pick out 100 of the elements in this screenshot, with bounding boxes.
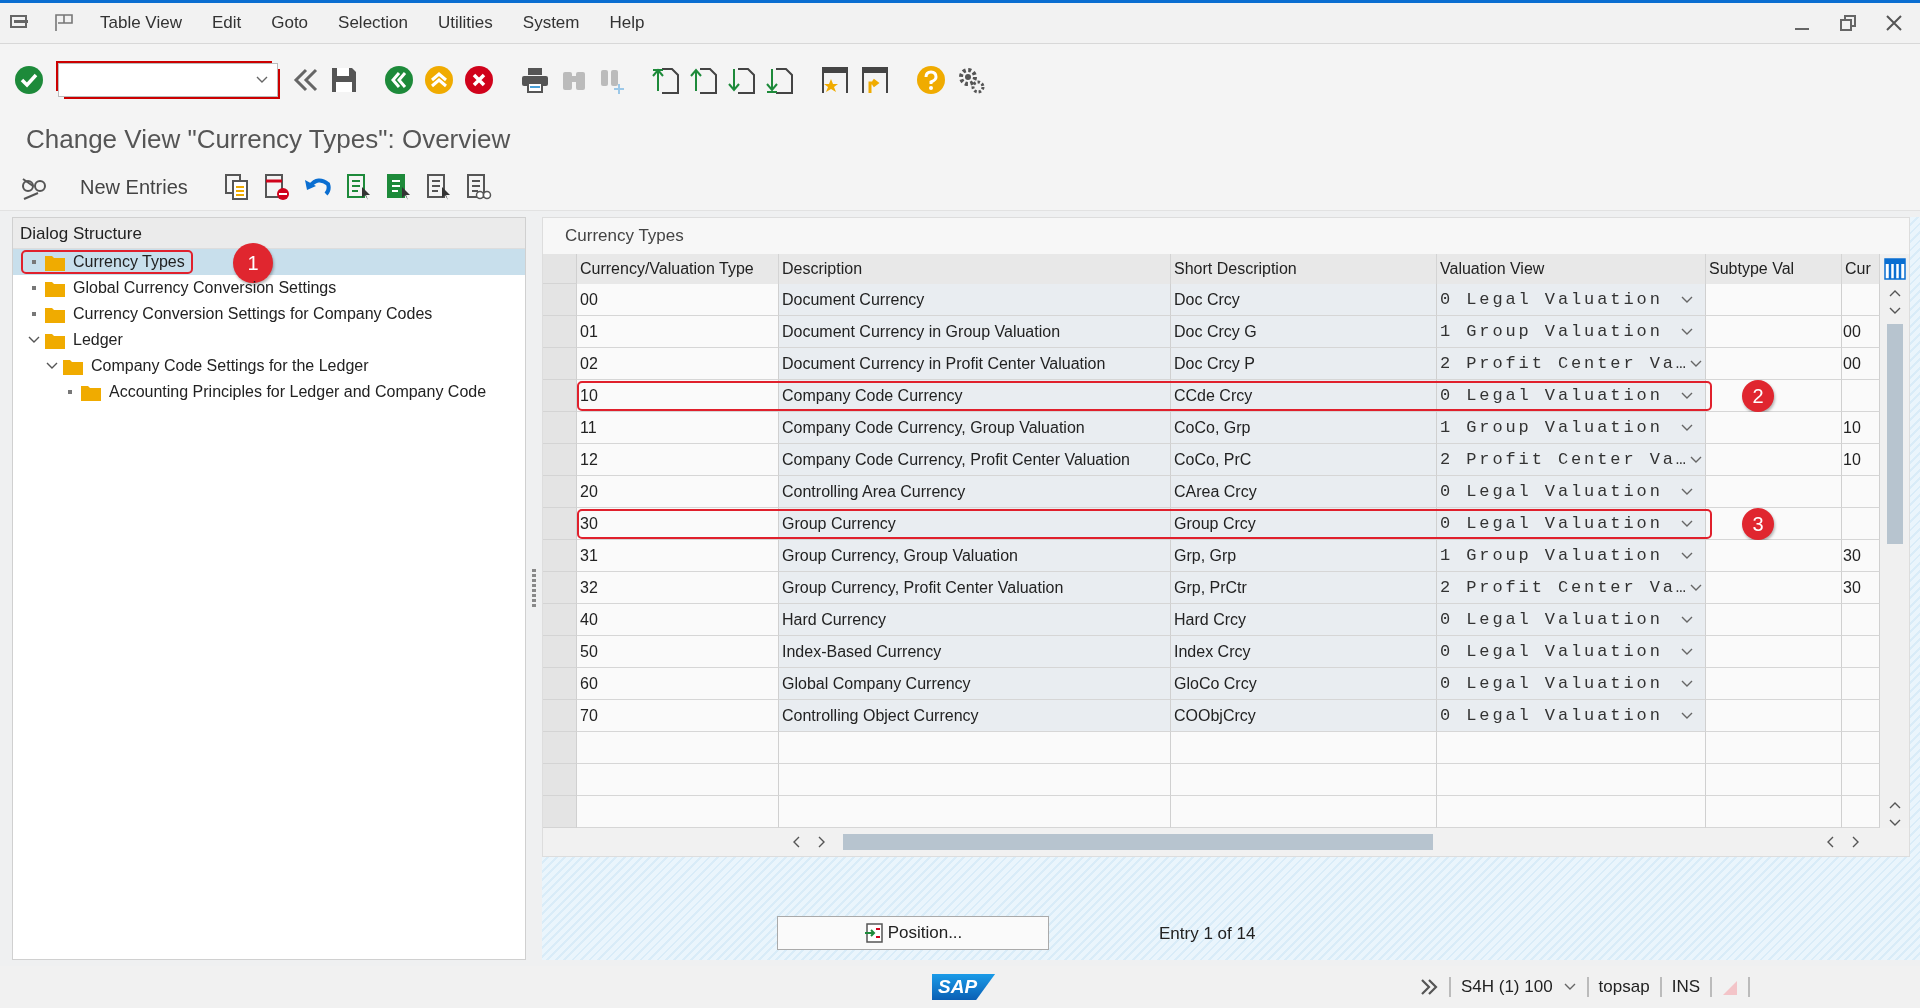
select-document-icon[interactable] xyxy=(385,173,412,201)
page-arrow-up-icon[interactable] xyxy=(652,65,680,95)
tree-item[interactable]: Accounting Principles for Ledger and Company Code xyxy=(13,379,525,405)
scroll-right-icon[interactable] xyxy=(1851,835,1861,849)
page-arrow-up-icon[interactable] xyxy=(690,65,718,95)
restore-icon[interactable] xyxy=(1840,15,1856,31)
table-cell: Group Currency, Group Valuation xyxy=(779,540,1171,572)
page-arrow-down-icon[interactable] xyxy=(728,65,756,95)
chevron-down-icon[interactable] xyxy=(1680,390,1694,401)
valuation-dropdown[interactable]: 1 Group Valuation xyxy=(1437,540,1706,572)
chevron-down-icon[interactable] xyxy=(1680,678,1694,689)
chevron-down-icon[interactable] xyxy=(1680,326,1694,337)
valuation-dropdown[interactable]: 2 Profit Center Va… xyxy=(1437,444,1706,476)
chevron-down-icon[interactable] xyxy=(1680,294,1694,305)
tree-item[interactable]: Currency Conversion Settings for Company Codes xyxy=(13,301,525,327)
chevron-down-icon[interactable] xyxy=(1680,614,1694,625)
chevron-down-icon[interactable] xyxy=(1688,454,1703,465)
menu-item[interactable]: Goto xyxy=(271,13,309,33)
menu-item[interactable]: Help xyxy=(609,13,645,33)
menu-item[interactable]: System xyxy=(522,13,580,33)
valuation-dropdown[interactable]: 0 Legal Valuation xyxy=(1437,700,1706,732)
chevron-down-icon[interactable] xyxy=(1688,358,1703,369)
checkmark-icon[interactable] xyxy=(14,65,44,95)
table-cell: Company Code Currency, Profit Center Valuation xyxy=(779,444,1171,476)
back-icon[interactable] xyxy=(384,65,414,95)
table-cell: Doc Crcy G xyxy=(1171,316,1437,348)
valuation-dropdown[interactable]: 0 Legal Valuation xyxy=(1437,668,1706,700)
chevron-down-icon[interactable] xyxy=(1680,710,1694,721)
scroll-down-icon[interactable] xyxy=(1887,818,1902,828)
entry-counter: Entry 1 of 14 xyxy=(1159,924,1256,945)
menu-item[interactable]: Table View xyxy=(100,13,182,33)
table-cell: Hard Crcy xyxy=(1171,604,1437,636)
select-document-icon[interactable] xyxy=(425,173,452,201)
scroll-right-icon[interactable] xyxy=(817,835,827,849)
chevron-down-icon[interactable] xyxy=(1680,422,1694,433)
layout-icon[interactable] xyxy=(54,13,76,33)
page-arrow-down-icon[interactable] xyxy=(766,65,794,95)
table-cell: Document Currency xyxy=(779,284,1171,316)
scroll-up-icon[interactable] xyxy=(1887,288,1902,298)
scroll-up-icon[interactable] xyxy=(1887,800,1902,810)
table-cell: 32 xyxy=(577,572,779,604)
select-document-icon[interactable] xyxy=(345,173,372,201)
menu-item[interactable]: Edit xyxy=(211,13,242,33)
document-glasses-icon[interactable] xyxy=(465,173,492,201)
window-star-icon[interactable] xyxy=(820,65,850,95)
table-cell: Index-Based Currency xyxy=(779,636,1171,668)
folder-icon xyxy=(63,357,83,375)
splitter-handle[interactable] xyxy=(532,568,536,609)
save-icon[interactable] xyxy=(330,66,358,94)
scrollbar-thumb[interactable] xyxy=(1886,324,1903,544)
sap-logo: SAP xyxy=(932,974,996,1000)
valuation-dropdown[interactable]: 0 Legal Valuation xyxy=(1437,476,1706,508)
table-cell: Hard Currency xyxy=(779,604,1171,636)
new-entries-button[interactable]: New Entries xyxy=(62,171,210,203)
table-cell: Group Currency, Profit Center Valuation xyxy=(779,572,1171,604)
table-cell: 20 xyxy=(577,476,779,508)
double-chevron-right-icon[interactable] xyxy=(1418,977,1439,997)
chevron-down-icon[interactable] xyxy=(1680,646,1694,657)
command-field[interactable] xyxy=(58,63,278,97)
chevron-down-icon[interactable] xyxy=(1680,486,1694,497)
scrollbar-thumb[interactable] xyxy=(843,834,1433,850)
valuation-dropdown[interactable]: 2 Profit Center Va… xyxy=(1437,348,1706,380)
valuation-dropdown[interactable]: 2 Profit Center Va… xyxy=(1437,572,1706,604)
system-info: S4H (1) 100 xyxy=(1460,977,1553,997)
cancel-icon[interactable] xyxy=(464,65,494,95)
chevron-down-icon[interactable] xyxy=(1680,518,1694,529)
position-icon xyxy=(863,923,884,943)
user-name: topsap xyxy=(1598,977,1650,997)
delete-row-icon[interactable] xyxy=(263,173,290,201)
chevron-down-icon[interactable] xyxy=(1562,982,1577,992)
scroll-down-icon[interactable] xyxy=(1887,306,1902,316)
settings-icon[interactable] xyxy=(956,65,986,95)
table-cell: 10 xyxy=(1842,444,1880,476)
tree-item[interactable]: Company Code Settings for the Ledger xyxy=(13,353,525,379)
menu-item[interactable]: Utilities xyxy=(438,13,493,33)
menu-item[interactable]: Selection xyxy=(338,13,408,33)
print-icon[interactable] xyxy=(520,66,550,94)
position-button[interactable]: Position... xyxy=(777,916,1049,950)
table-cell: Document Currency in Profit Center Valuation xyxy=(779,348,1171,380)
column-settings-icon[interactable] xyxy=(1883,258,1906,280)
double-chevron-left-icon[interactable] xyxy=(292,66,320,94)
select-all-cell[interactable] xyxy=(543,254,577,284)
valuation-dropdown[interactable]: 1 Group Valuation xyxy=(1437,316,1706,348)
valuation-dropdown[interactable]: 0 Legal Valuation xyxy=(1437,604,1706,636)
chevron-down-icon[interactable] xyxy=(1688,582,1703,593)
valuation-dropdown[interactable]: 1 Group Valuation xyxy=(1437,412,1706,444)
chevron-down-icon[interactable] xyxy=(255,75,269,85)
valuation-dropdown[interactable]: 0 Legal Valuation xyxy=(1437,284,1706,316)
tree-label: Company Code Settings for the Ledger xyxy=(91,357,369,375)
table-cell: 12 xyxy=(577,444,779,476)
table-cell: 01 xyxy=(577,316,779,348)
window-arrow-icon[interactable] xyxy=(860,65,890,95)
chevron-down-icon[interactable] xyxy=(1680,550,1694,561)
copy-icon[interactable] xyxy=(223,173,250,201)
close-icon[interactable] xyxy=(1886,15,1902,31)
valuation-dropdown[interactable]: 0 Legal Valuation xyxy=(1437,636,1706,668)
scroll-left-icon[interactable] xyxy=(791,835,801,849)
tree-item[interactable]: Ledger xyxy=(13,327,525,353)
table-cell: 00 xyxy=(577,284,779,316)
scroll-left-icon[interactable] xyxy=(1825,835,1835,849)
